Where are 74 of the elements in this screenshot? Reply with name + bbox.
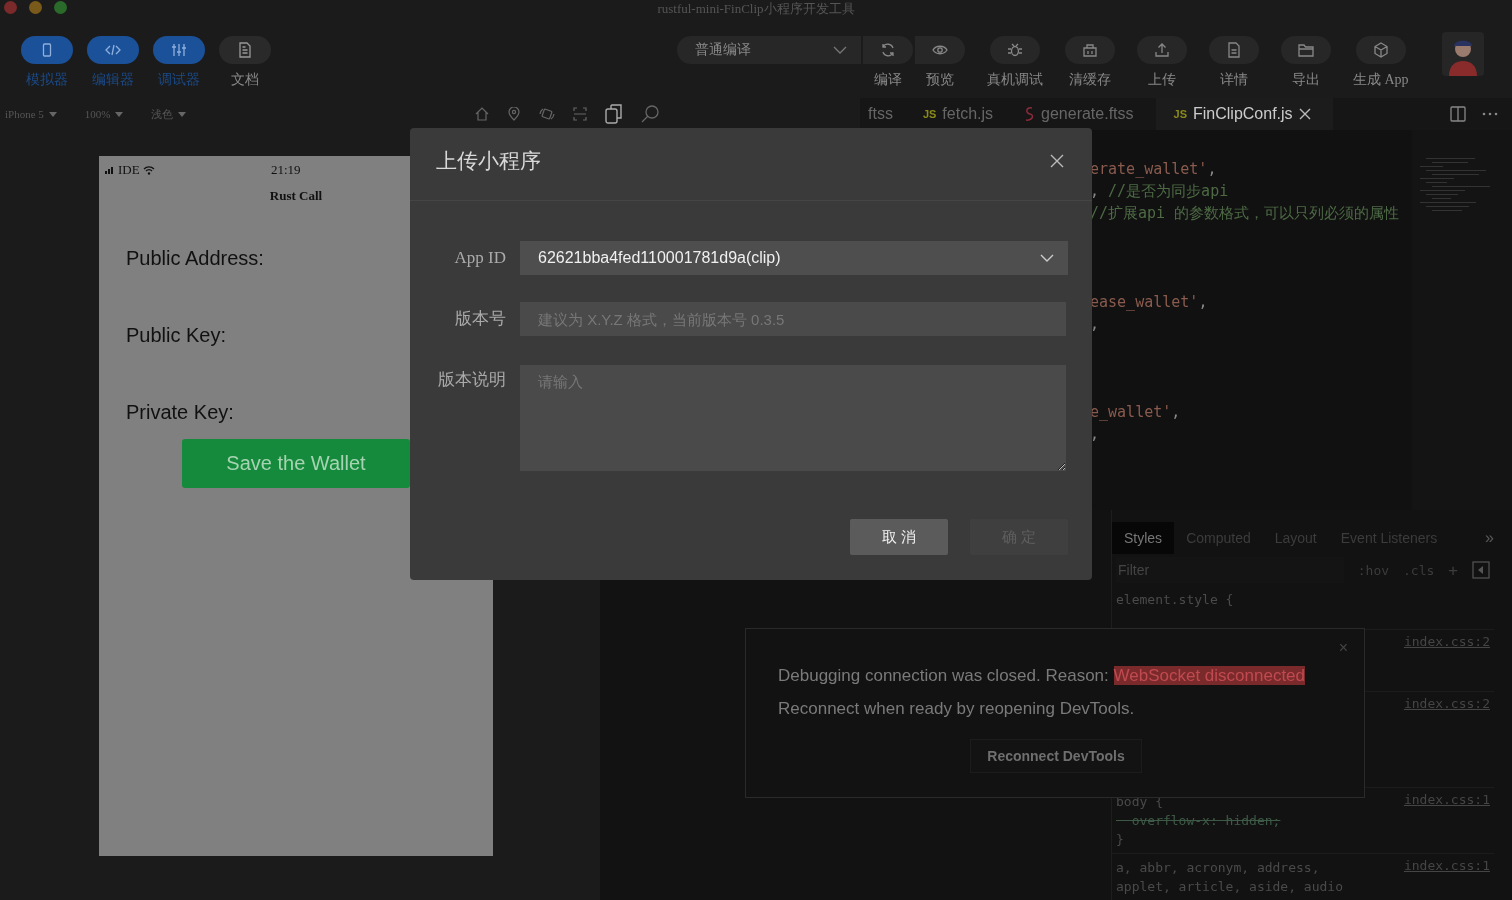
save-wallet-button[interactable]: Save the Wallet [182,439,410,488]
basket-icon [1082,42,1098,58]
code-line: ease_wallet', [1090,292,1208,311]
code-line: , //是否为同步api [1090,182,1229,201]
close-icon[interactable] [1050,154,1064,168]
form-label: App ID [453,247,507,269]
split-editor-icon[interactable] [1450,106,1466,122]
field-label: Private Key: [125,400,234,425]
javascript-file-icon: JS [1173,108,1187,120]
sidebar-toggle-icon[interactable] [1472,561,1490,579]
close-notice-button[interactable]: × [1338,639,1348,657]
copy-icon[interactable] [605,104,623,124]
more-tabs-button[interactable]: » [1485,529,1494,547]
editor-tab[interactable]: JS FinClipConf.js [1155,98,1333,130]
code-line: e_wallet', [1090,402,1181,421]
user-avatar[interactable] [1442,32,1484,76]
maximize-window-button[interactable] [54,0,67,14]
form-label: 版本说明 [437,369,507,391]
signal-icon [105,166,115,174]
status-time: 21:19 [271,162,301,178]
css-rule-line: } [1116,831,1125,849]
javascript-file-icon: JS [922,108,937,120]
page-title: Rust Call [268,188,324,204]
tab-label: ftss [868,105,893,123]
app-id-select[interactable]: 62621bba4fed110001781d9a(clip) [520,241,1068,275]
wifi-icon [142,165,155,175]
editor-tab[interactable]: ftss [860,98,915,130]
code-line: , [1090,425,1100,444]
tab-label: FinClipConf.js [1193,105,1293,123]
document-icon [1227,42,1241,58]
search-icon[interactable] [641,105,659,123]
location-pin-icon[interactable] [507,107,521,121]
close-tab-icon[interactable] [1298,108,1311,120]
rotate-device-icon[interactable] [539,107,555,121]
code-line: , [1090,314,1100,333]
swirl-icon [1023,106,1036,122]
refresh-icon [880,42,896,58]
carrier-label: IDE [118,162,140,178]
notice-hint: Reconnect when ready by reopening DevTools. [778,698,1136,720]
minimize-window-button[interactable] [29,0,42,14]
compile-mode-select[interactable]: 普通编译 [677,36,861,64]
folder-icon [1298,42,1314,58]
css-rule-line: applet, article, aside, audio [1116,878,1343,896]
css-rule-line: overflow-x: hidden; [1130,812,1281,830]
css-rule-line: a, abbr, acronym, address, [1116,859,1321,877]
cancel-button[interactable]: 取 消 [850,519,948,555]
dialog-title: 上传小程序 [436,148,541,175]
close-window-button[interactable] [4,0,17,14]
chevron-down-icon [1040,254,1054,262]
add-rule-button[interactable]: + [1448,560,1458,580]
phone-icon [40,43,54,57]
cube-icon [1372,42,1389,58]
css-rule-line: element.style { [1116,591,1234,609]
form-label: 版本号 [454,308,507,330]
more-icon[interactable] [1482,112,1498,116]
home-icon[interactable] [475,107,489,121]
code-line: erate_wallet', [1090,160,1217,178]
toolbar-button[interactable]: 真机调试 [987,36,1043,89]
code-icon [105,43,121,57]
reconnect-button[interactable]: Reconnect DevTools [970,739,1142,773]
field-label: Public Address: [125,246,264,271]
tab-label: fetch.js [942,105,994,123]
editor-tab[interactable]: generate.ftss [1015,98,1156,130]
toolbar-button[interactable]: 生成 App [1353,36,1409,89]
upload-icon [1154,42,1170,58]
chevron-down-icon [833,46,847,54]
editor-tab[interactable]: JS fetch.js [914,98,1016,130]
tab-label: generate.ftss [1041,105,1134,123]
sliders-icon [171,43,187,57]
field-label: Public Key: [125,323,227,348]
bug-icon [1007,42,1023,58]
devtools-tab[interactable]: Styles [1112,522,1175,554]
document-icon [238,42,252,58]
scan-icon[interactable] [573,107,587,121]
